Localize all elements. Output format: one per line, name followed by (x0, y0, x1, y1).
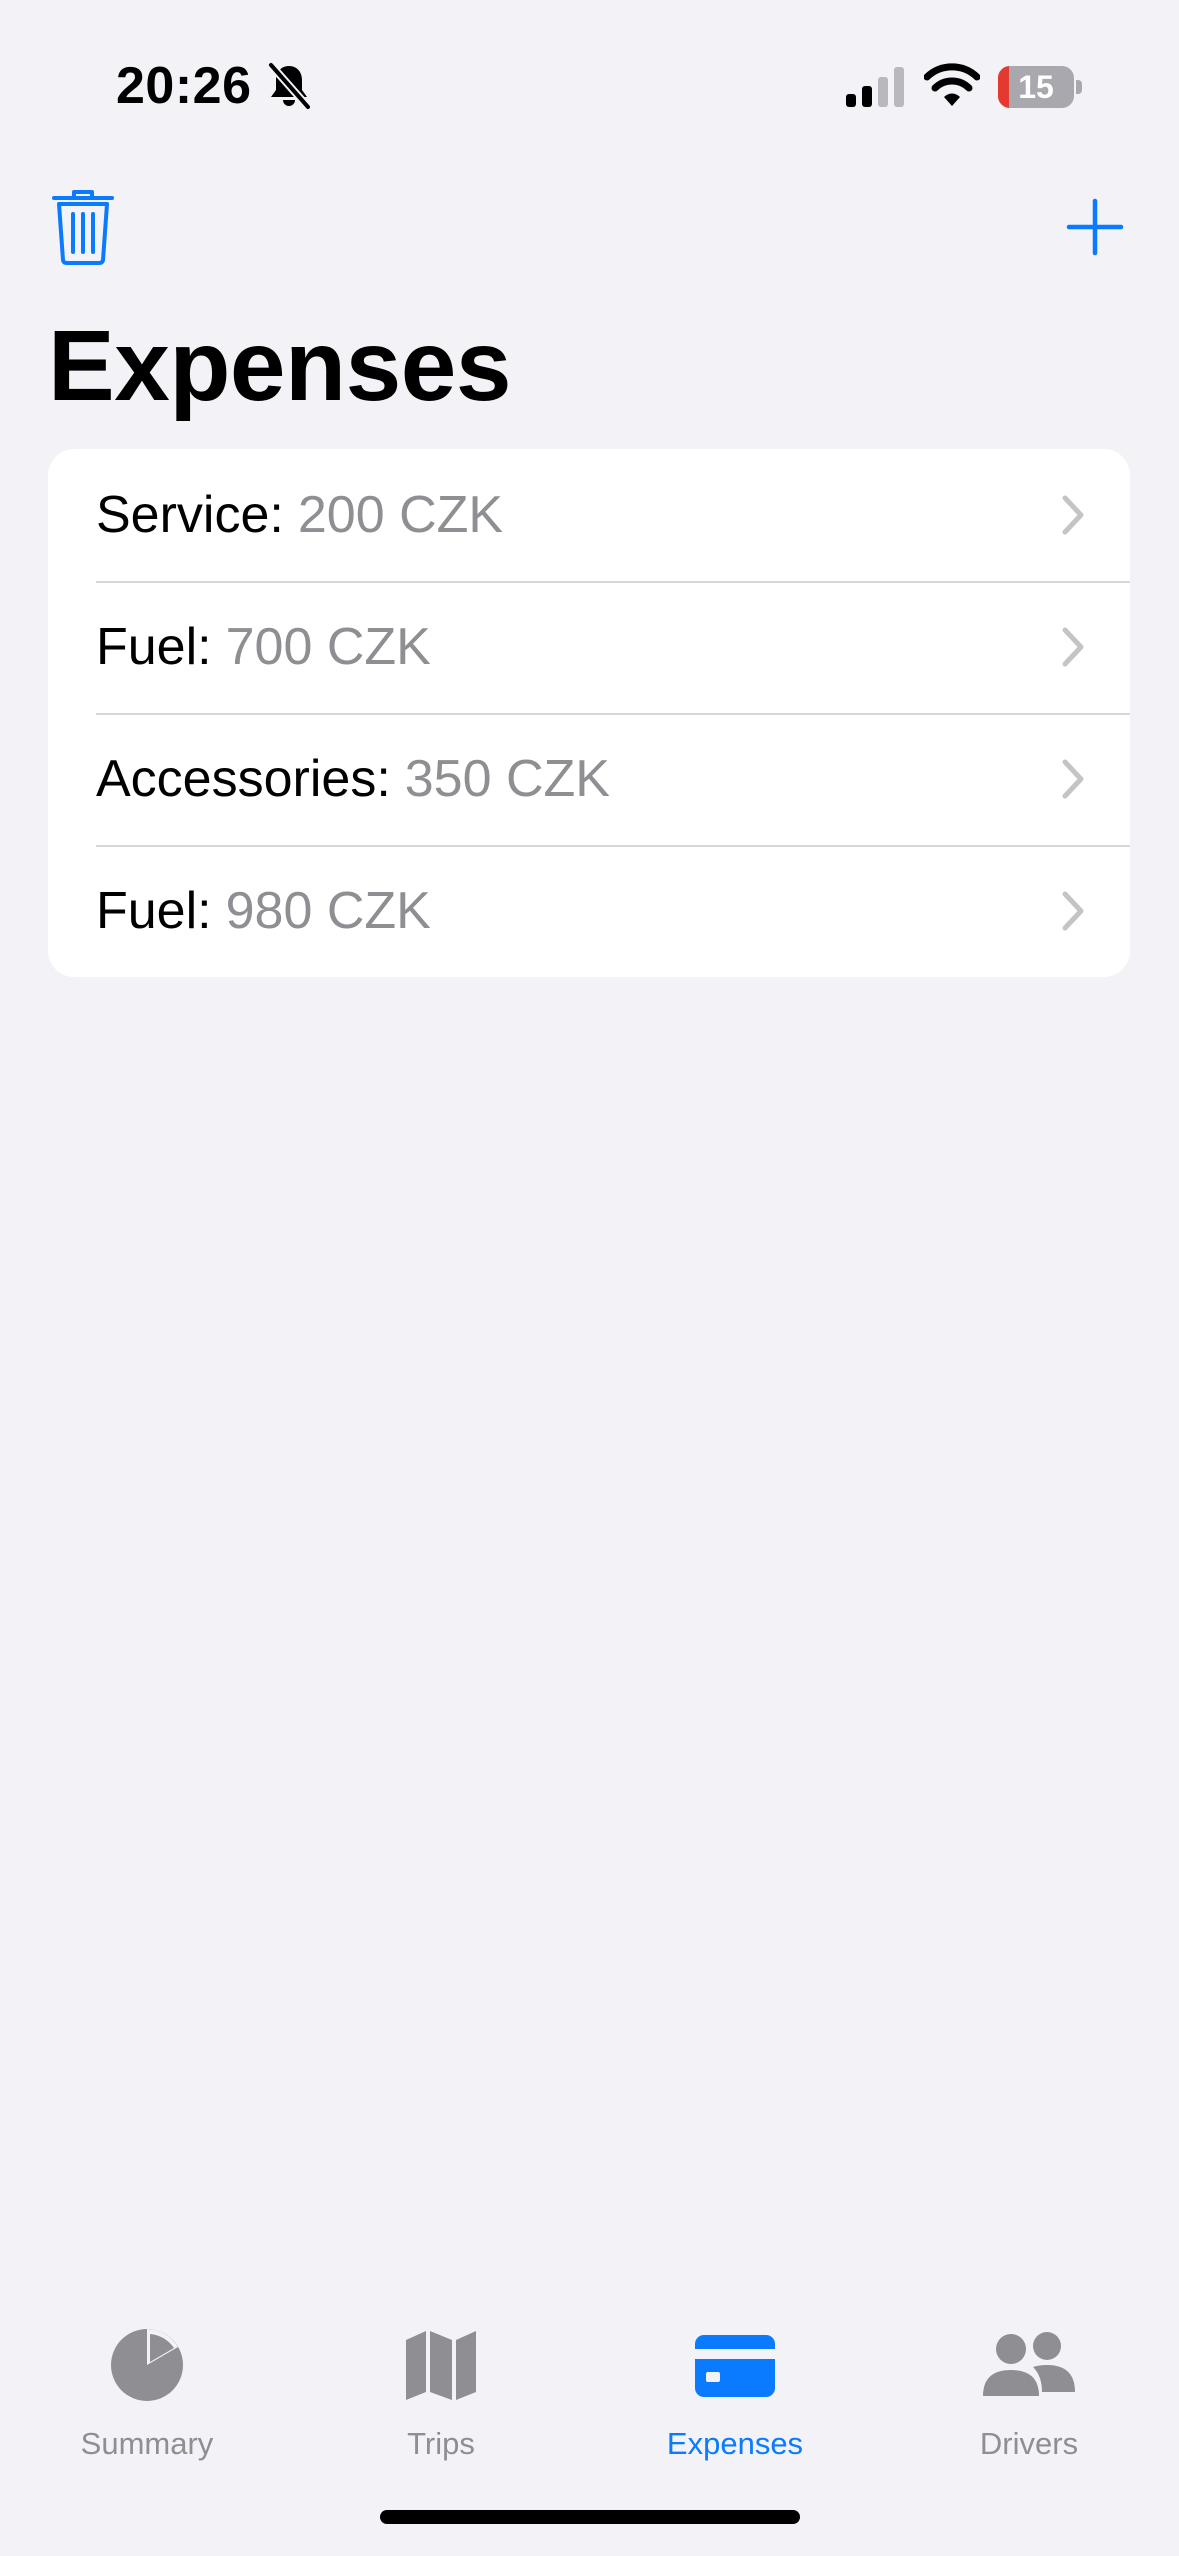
expense-category: Fuel (96, 882, 198, 940)
tab-trips[interactable]: Trips (294, 2300, 588, 2480)
cellular-signal-icon (846, 67, 904, 107)
battery-icon: 15 (998, 66, 1074, 108)
tab-label: Drivers (979, 2426, 1079, 2461)
tab-label: Trips (407, 2426, 475, 2461)
battery-cap (1076, 80, 1082, 94)
status-time: 20:26 (116, 57, 252, 115)
add-expense-button[interactable] (1066, 198, 1124, 256)
bell-slash-icon (267, 62, 312, 110)
trash-icon (52, 190, 114, 265)
delete-button[interactable] (50, 188, 116, 266)
expense-row[interactable]: Service:200 CZK (48, 449, 1130, 581)
expense-category: Service (96, 486, 270, 544)
chevron-right-icon (1062, 495, 1084, 535)
chevron-right-icon (1062, 891, 1084, 931)
home-indicator (380, 2510, 800, 2524)
expense-separator: : (197, 618, 212, 676)
expense-category: Fuel (96, 618, 198, 676)
tab-drivers[interactable]: Drivers (882, 2300, 1176, 2480)
expense-separator: : (269, 486, 284, 544)
battery-percentage: 15 (1018, 68, 1054, 105)
plus-icon (1066, 198, 1124, 256)
expense-row[interactable]: Fuel:700 CZK (48, 581, 1130, 713)
expense-amount: 980 CZK (225, 882, 431, 940)
tab-label: Expenses (666, 2426, 804, 2461)
expense-amount: 350 CZK (404, 750, 610, 808)
expense-amount: 700 CZK (225, 618, 431, 676)
wifi-icon (924, 63, 980, 106)
expense-separator: : (376, 750, 391, 808)
pie-chart-icon (111, 2329, 183, 2401)
map-icon (406, 2331, 476, 2400)
chevron-right-icon (1062, 627, 1084, 667)
people-icon (983, 2332, 1075, 2396)
chevron-right-icon (1062, 759, 1084, 799)
expense-row[interactable]: Accessories:350 CZK (48, 713, 1130, 845)
expense-separator: : (197, 882, 212, 940)
page-title: Expenses (48, 310, 511, 422)
expense-list: Service:200 CZK Fuel:700 CZK Accessories… (48, 449, 1130, 977)
expense-row[interactable]: Fuel:980 CZK (48, 845, 1130, 977)
tab-label: Summary (80, 2426, 214, 2461)
credit-card-icon (695, 2335, 775, 2397)
expense-category: Accessories (96, 750, 377, 808)
expense-amount: 200 CZK (297, 486, 504, 544)
tab-summary[interactable]: Summary (0, 2300, 294, 2480)
tab-expenses[interactable]: Expenses (588, 2300, 882, 2480)
